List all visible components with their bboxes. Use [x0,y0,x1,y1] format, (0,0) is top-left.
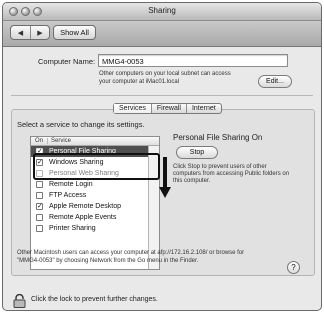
lock-icon[interactable] [13,294,26,308]
service-row-remote-apple-events[interactable]: Remote Apple Events [31,212,159,223]
edit-button[interactable]: Edit... [258,75,292,88]
tab-internet[interactable]: Internet [185,104,221,113]
computer-name-input[interactable]: MMG4-0053 [98,54,288,67]
service-row-apple-remote-desktop[interactable]: ✓ Apple Remote Desktop [31,201,159,212]
service-row-remote-login[interactable]: Remote Login [31,179,159,190]
service-label: Printer Sharing [49,225,96,232]
service-label: Apple Remote Desktop [49,203,121,210]
service-status: Personal File Sharing On [173,133,263,142]
service-checkbox[interactable] [36,214,43,221]
forward-button[interactable]: ▶ [30,26,49,39]
sharing-window: Sharing ◀ ▶ Show All Computer Name: MMG4… [2,2,322,311]
service-label: FTP Access [49,192,87,199]
header-service: Service [51,138,72,144]
computer-name-help-line1: Other computers on your local subnet can… [99,71,231,77]
tab-services[interactable]: Services [114,104,151,113]
chevron-left-icon: ◀ [17,29,24,37]
tab-firewall[interactable]: Firewall [150,104,186,113]
service-label: Remote Login [49,181,93,188]
lock-text: Click the lock to prevent further change… [31,296,158,303]
back-button[interactable]: ◀ [11,26,30,39]
arrow-down-icon [159,157,171,198]
highlight-callout [33,153,160,180]
nav-segment: ◀ ▶ [10,25,50,40]
services-instruction: Select a service to change its settings. [17,120,145,129]
chevron-right-icon: ▶ [37,29,43,37]
tab-bar: Services Firewall Internet [113,103,222,114]
window-title: Sharing [148,6,176,15]
service-row-printer-sharing[interactable]: Printer Sharing [31,223,159,234]
stop-description-line3: this computer. [173,178,211,184]
computer-name-label: Computer Name: [38,57,96,66]
service-checkbox[interactable]: ✓ [36,203,43,210]
access-info-line2: "MMG4-0053" by choosing Network from the… [17,258,199,264]
toolbar: ◀ ▶ Show All [3,21,321,47]
divider [11,95,313,96]
computer-name-help-line2: your computer at iMac01.local [99,79,180,85]
help-button[interactable]: ? [287,261,300,274]
list-header: On Service [31,137,159,146]
service-checkbox[interactable] [36,181,43,188]
stop-button[interactable]: Stop [176,146,218,159]
service-checkbox[interactable] [36,192,43,199]
service-row-ftp-access[interactable]: FTP Access [31,190,159,201]
show-all-button[interactable]: Show All [53,25,96,40]
service-checkbox[interactable] [36,225,43,232]
access-info-line1: Other Macintosh users can access your co… [17,250,245,256]
header-on: On [31,138,48,144]
service-label: Remote Apple Events [49,214,117,221]
title-bar: Sharing [3,3,321,21]
